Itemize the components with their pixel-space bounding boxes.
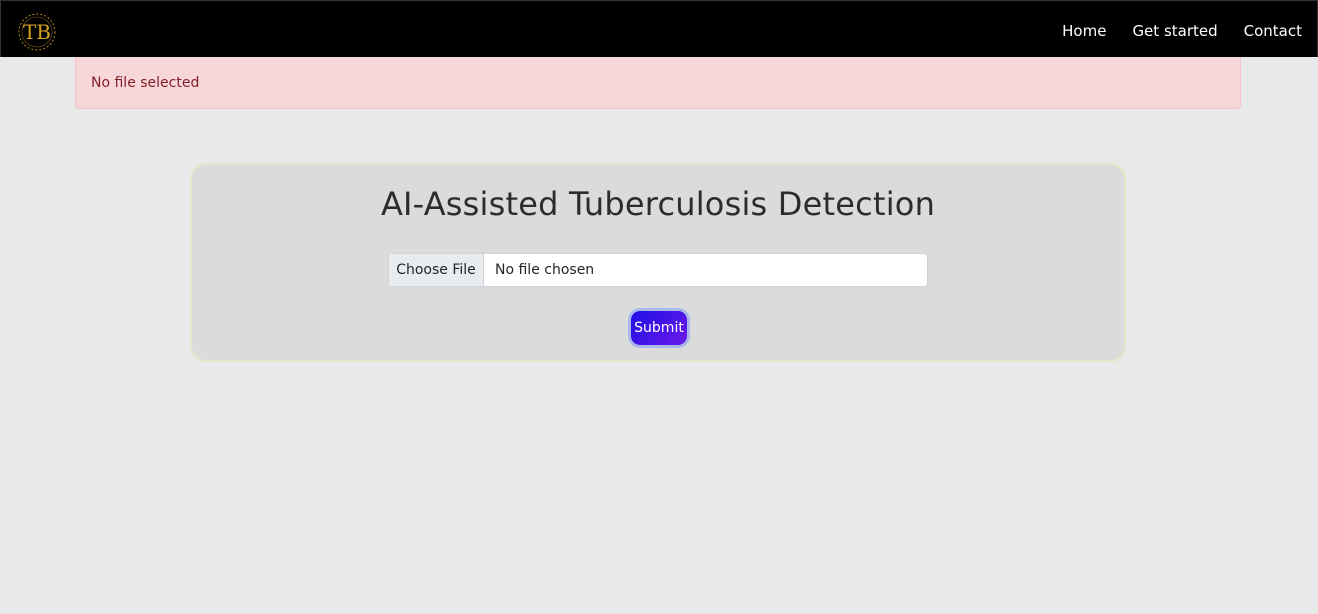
logo-text: TB bbox=[23, 20, 51, 44]
logo-emblem-icon: TB bbox=[18, 13, 56, 51]
navbar: TB Home Get started Contact bbox=[0, 0, 1318, 57]
nav-link-get-started[interactable]: Get started bbox=[1132, 20, 1217, 40]
nav-link-home[interactable]: Home bbox=[1062, 20, 1106, 40]
page-title: AI-Assisted Tuberculosis Detection bbox=[380, 185, 936, 223]
nav-links: Home Get started Contact bbox=[1062, 1, 1302, 58]
choose-file-button[interactable]: Choose File bbox=[389, 254, 484, 286]
nav-link-contact[interactable]: Contact bbox=[1244, 20, 1302, 40]
file-status: No file chosen bbox=[495, 262, 595, 278]
submit-button[interactable]: Submit bbox=[628, 308, 690, 348]
alert-message: No file selected bbox=[91, 75, 200, 91]
error-alert: No file selected bbox=[75, 57, 1241, 109]
logo[interactable]: TB bbox=[15, 12, 59, 52]
upload-card: AI-Assisted Tuberculosis Detection Choos… bbox=[190, 163, 1126, 362]
file-input[interactable]: Choose File No file chosen bbox=[388, 253, 928, 287]
